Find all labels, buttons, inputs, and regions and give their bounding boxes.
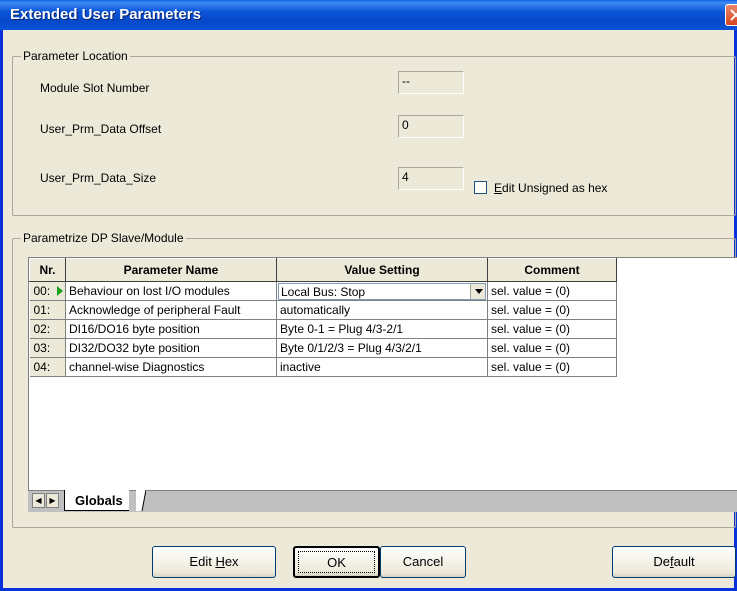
row-number: 04: xyxy=(29,357,66,377)
data-size-field: 4 xyxy=(398,167,464,190)
data-offset-label: User_Prm_Data Offset xyxy=(40,122,162,136)
table-row[interactable]: 03: DI32/DO32 byte position Byte 0/1/2/3… xyxy=(29,338,617,358)
default-text-b: ault xyxy=(673,554,695,569)
comment-cell: sel. value = (0) xyxy=(487,319,617,339)
cancel-button[interactable]: Cancel xyxy=(380,546,466,578)
close-icon[interactable] xyxy=(725,4,737,26)
value-setting-cell[interactable]: Local Bus: Stop xyxy=(276,281,488,301)
row-number: 02: xyxy=(29,319,66,339)
parameter-location-legend: Parameter Location xyxy=(21,49,130,63)
tab-edge-icon xyxy=(136,490,146,512)
slot-number-field: -- xyxy=(398,71,464,94)
comment-cell: sel. value = (0) xyxy=(487,338,617,358)
column-header-parameter-name[interactable]: Parameter Name xyxy=(65,258,277,282)
parameter-grid: Nr. Parameter Name Value Setting Comment… xyxy=(28,257,737,512)
column-header-comment[interactable]: Comment xyxy=(487,258,617,282)
value-setting-cell[interactable]: Byte 0-1 = Plug 4/3-2/1 xyxy=(276,319,488,339)
row-number: 03: xyxy=(29,338,66,358)
column-header-value-setting[interactable]: Value Setting xyxy=(276,258,488,282)
edit-hex-button[interactable]: Edit Hex xyxy=(152,546,276,578)
edit-unsigned-hex-text: dit Unsigned as hex xyxy=(502,181,608,195)
comment-cell: sel. value = (0) xyxy=(487,281,617,301)
value-setting-cell[interactable]: automatically xyxy=(276,300,488,320)
edit-unsigned-hex-checkbox[interactable] xyxy=(474,181,487,194)
default-button[interactable]: Default xyxy=(612,546,736,578)
default-text-a: De xyxy=(653,554,671,569)
sheet-tab-bar: ◀ ▶ Globals xyxy=(28,490,737,512)
tab-scroll-left-icon[interactable]: ◀ xyxy=(32,493,45,508)
parametrize-slave-legend: Parametrize DP Slave/Module xyxy=(21,231,186,245)
parameter-name-cell[interactable]: channel-wise Diagnostics xyxy=(65,357,277,377)
row-number: 00: xyxy=(29,281,66,301)
column-header-nr[interactable]: Nr. xyxy=(29,258,66,282)
row-number-text: 00: xyxy=(33,284,51,298)
chevron-down-icon[interactable] xyxy=(470,283,485,299)
value-setting-cell[interactable]: Byte 0/1/2/3 = Plug 4/3/2/1 xyxy=(276,338,488,358)
focus-rectangle xyxy=(298,551,375,573)
parameter-name-cell[interactable]: DI16/DO16 byte position xyxy=(65,319,277,339)
table-row[interactable]: 00: Behaviour on lost I/O modules Local … xyxy=(29,281,617,301)
tab-globals[interactable]: Globals xyxy=(64,490,129,511)
comment-cell: sel. value = (0) xyxy=(487,357,617,377)
parameter-name-cell[interactable]: DI32/DO32 byte position xyxy=(65,338,277,358)
value-setting-cell[interactable]: inactive xyxy=(276,357,488,377)
value-setting-selected: Local Bus: Stop xyxy=(281,284,366,299)
edit-hex-mnemonic: H xyxy=(215,554,225,569)
edit-hex-text-a: Edit xyxy=(189,554,216,569)
edit-hex-text-b: ex xyxy=(224,554,239,569)
parameter-location-group: Parameter Location xyxy=(12,49,736,216)
row-pointer-icon xyxy=(57,286,63,296)
window-title: Extended User Parameters xyxy=(10,6,201,23)
table-row[interactable]: 02: DI16/DO16 byte position Byte 0-1 = P… xyxy=(29,319,617,339)
ok-button[interactable]: OK xyxy=(293,546,380,578)
parameter-table: Nr. Parameter Name Value Setting Comment… xyxy=(29,258,617,377)
value-setting-dropdown[interactable]: Local Bus: Stop xyxy=(278,282,486,300)
table-header-row: Nr. Parameter Name Value Setting Comment xyxy=(29,258,617,282)
slot-number-label: Module Slot Number xyxy=(40,81,150,95)
data-size-label: User_Prm_Data_Size xyxy=(40,171,157,185)
parameter-name-cell[interactable]: Behaviour on lost I/O modules xyxy=(65,281,277,301)
comment-cell: sel. value = (0) xyxy=(487,300,617,320)
parameter-name-cell[interactable]: Acknowledge of peripheral Fault xyxy=(65,300,277,320)
tab-scroll-right-icon[interactable]: ▶ xyxy=(46,493,59,508)
table-row[interactable]: 04: channel-wise Diagnostics inactive se… xyxy=(29,357,617,377)
table-row[interactable]: 01: Acknowledge of peripheral Fault auto… xyxy=(29,300,617,320)
row-number: 01: xyxy=(29,300,66,320)
edit-unsigned-hex-label[interactable]: Edit Unsigned as hex xyxy=(494,181,607,195)
data-offset-field: 0 xyxy=(398,115,464,138)
title-bar[interactable]: Extended User Parameters xyxy=(0,0,737,30)
edit-unsigned-hex-mnemonic: E xyxy=(494,181,503,195)
